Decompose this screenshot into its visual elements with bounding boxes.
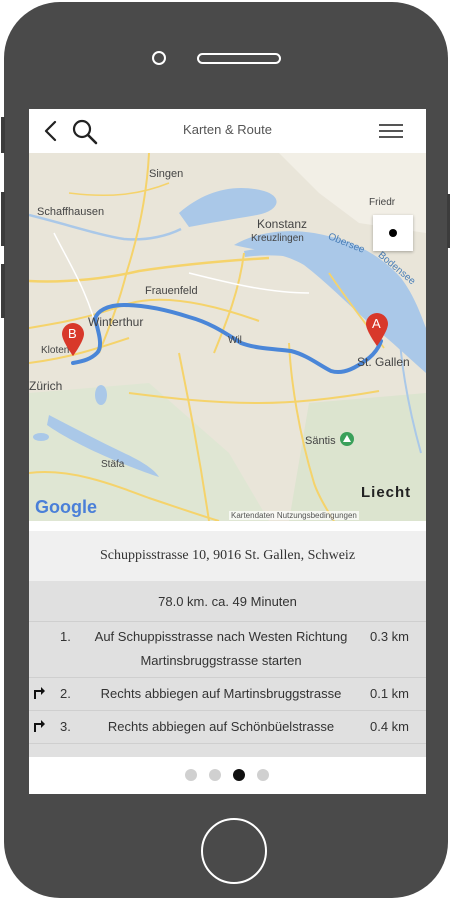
- page-dot[interactable]: [257, 769, 269, 781]
- step-instruction: Rechts abbiegen auf Martinsbruggstrasse: [100, 686, 342, 701]
- turn-right-icon: [34, 687, 45, 699]
- side-button-left-middle: [1, 192, 5, 246]
- step-distance: 0.4 km: [370, 719, 410, 734]
- map-label-zurich: Zürich: [29, 379, 63, 393]
- route-summary-text: 78.0 km. ca. 49 Minuten: [158, 594, 297, 609]
- step-instruction: Rechts abbiegen auf Schönbüelstrasse: [107, 719, 335, 734]
- step-number: 3.: [60, 719, 71, 734]
- page-dot[interactable]: [185, 769, 197, 781]
- map-attribution[interactable]: Kartendaten Nutzungsbedingungen: [229, 511, 359, 520]
- hamburger-menu-icon[interactable]: [379, 122, 403, 142]
- destination-address-bar: Schuppisstrasse 10, 9016 St. Gallen, Sch…: [29, 531, 426, 582]
- marker-end-label: B: [68, 326, 77, 341]
- map-label-schaffhausen: Schaffhausen: [37, 206, 105, 218]
- step-number: 2.: [60, 686, 71, 701]
- side-button-left-bottom: [1, 264, 5, 318]
- map-label-frauenfeld: Frauenfeld: [145, 285, 198, 297]
- map-label-kreuzlingen: Kreuzlingen: [251, 233, 304, 244]
- front-camera: [152, 51, 166, 65]
- route-directions-panel: 78.0 km. ca. 49 Minuten 1. Auf Schuppiss…: [29, 581, 426, 757]
- route-map[interactable]: Singen Schaffhausen Konstanz Kreuzlingen…: [29, 153, 426, 521]
- app-header: Karten & Route: [29, 109, 426, 153]
- marker-start-label: A: [372, 316, 381, 331]
- route-step[interactable]: 1. Auf Schuppisstrasse nach Westen Richt…: [29, 621, 426, 678]
- step-number: 1.: [60, 629, 71, 644]
- page-indicator: [29, 757, 426, 794]
- turn-right-icon: [34, 720, 45, 732]
- route-step[interactable]: 3. Rechts abbiegen auf Schönbüelstrasse …: [29, 711, 426, 744]
- step-distance: 0.3 km: [370, 629, 410, 644]
- map-label-konstanz: Konstanz: [257, 217, 308, 231]
- side-button-left-top: [1, 117, 5, 153]
- page-title: Karten & Route: [183, 122, 272, 137]
- my-location-button[interactable]: [373, 215, 413, 251]
- map-label-friedr: Friedr: [369, 197, 396, 208]
- destination-address: Schuppisstrasse 10, 9016 St. Gallen, Sch…: [99, 548, 356, 563]
- location-dot-icon: [389, 229, 397, 237]
- map-label-liecht: Liecht: [361, 484, 412, 501]
- page-dot[interactable]: [209, 769, 221, 781]
- map-label-st-gallen: St. Gallen: [357, 355, 410, 369]
- page-dot-active[interactable]: [233, 769, 245, 781]
- speaker-grill: [197, 53, 281, 64]
- map-label-stafa: Stäfa: [101, 459, 125, 470]
- map-label-winterthur: Winterthur: [88, 315, 144, 329]
- route-step[interactable]: 2. Rechts abbiegen auf Martinsbruggstras…: [29, 678, 426, 711]
- map-label-santis: Säntis: [305, 435, 336, 447]
- step-instruction: Auf Schuppisstrasse nach Westen Richtung…: [94, 629, 348, 668]
- route-summary: 78.0 km. ca. 49 Minuten: [29, 581, 426, 622]
- step-distance: 0.1 km: [370, 686, 410, 701]
- map-label-singen: Singen: [149, 168, 184, 180]
- home-button[interactable]: [201, 818, 267, 884]
- google-logo: Google: [35, 497, 97, 517]
- app-screen: Karten & Route Singen Schaffhausen Konst…: [29, 109, 426, 794]
- map-label-wil: Wil: [228, 335, 242, 346]
